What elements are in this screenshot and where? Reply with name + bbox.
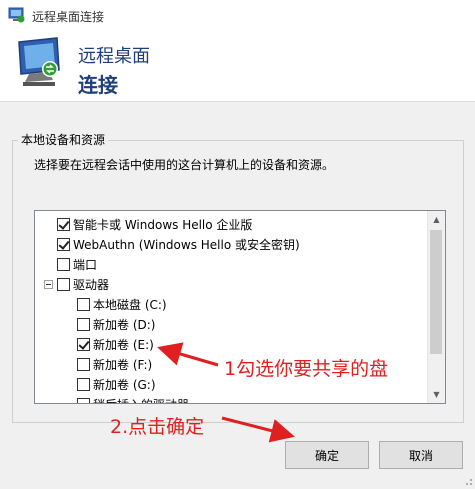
scroll-down-arrow-icon[interactable]: ▼ xyxy=(428,386,445,403)
scroll-up-arrow-icon[interactable]: ▲ xyxy=(428,211,445,228)
ok-button[interactable]: 确定 xyxy=(285,441,369,469)
list-item-label: 驱动器 xyxy=(73,277,110,292)
vertical-scrollbar[interactable]: ▲ ▼ xyxy=(427,211,445,403)
checkbox-drive-e[interactable] xyxy=(77,337,90,351)
list-item[interactable]: 智能卡或 Windows Hello 企业版 xyxy=(57,214,252,234)
list-item-label: 端口 xyxy=(73,257,98,272)
list-item-label: 智能卡或 Windows Hello 企业版 xyxy=(73,217,253,232)
collapse-expander-icon[interactable] xyxy=(44,279,53,289)
annotation-step1: 1勾选你要共享的盘 xyxy=(224,358,389,380)
banner-title-line1: 远程桌面 xyxy=(78,46,150,67)
group-title: 本地设备和资源 xyxy=(18,131,109,148)
checkbox-drive-f[interactable] xyxy=(77,357,90,371)
banner-title-line2: 连接 xyxy=(78,73,118,97)
checkbox-webauthn[interactable] xyxy=(57,237,70,251)
checkbox-drive-c[interactable] xyxy=(77,297,90,311)
remote-desktop-monitor-icon xyxy=(15,36,67,92)
header-banner: 远程桌面 连接 xyxy=(0,32,475,102)
list-item[interactable]: WebAuthn (Windows Hello 或安全密钥) xyxy=(57,234,300,254)
list-item[interactable]: 新加卷 (E:) xyxy=(77,334,154,354)
window-title: 远程桌面连接 xyxy=(32,10,105,24)
list-item-label: 稍后插入的驱动器 xyxy=(93,396,189,404)
checkbox-later-drives[interactable] xyxy=(77,397,90,403)
checkbox-ports[interactable] xyxy=(57,257,70,271)
list-item[interactable]: 新加卷 (F:) xyxy=(77,354,152,374)
cancel-button[interactable]: 取消 xyxy=(379,441,463,469)
checkbox-drive-d[interactable] xyxy=(77,317,90,331)
list-item[interactable]: 稍后插入的驱动器 xyxy=(77,394,189,404)
scroll-thumb[interactable] xyxy=(430,230,442,354)
checkbox-drive-g[interactable] xyxy=(77,377,90,391)
annotation-step2: 2.点击确定 xyxy=(110,416,205,438)
list-item-label: 本地磁盘 (C:) xyxy=(93,297,167,312)
list-item-label: 新加卷 (E:) xyxy=(93,337,154,352)
list-item-label: 新加卷 (F:) xyxy=(93,357,153,372)
checkbox-drives[interactable] xyxy=(57,277,70,291)
list-item[interactable]: 本地磁盘 (C:) xyxy=(77,294,167,314)
list-item[interactable]: 新加卷 (D:) xyxy=(77,314,155,334)
title-bar[interactable]: 远程桌面连接 xyxy=(0,0,475,32)
list-item[interactable]: 驱动器 xyxy=(44,274,109,294)
list-item-label: 新加卷 (G:) xyxy=(93,377,156,392)
remote-desktop-dialog: 远程桌面连接 远程桌面 连接 本地设备和资源 选择要在远程会话中使用的这台计算机… xyxy=(0,0,475,487)
checkbox-smartcard[interactable] xyxy=(57,217,70,231)
resize-grip-icon[interactable] xyxy=(463,475,473,485)
list-item[interactable]: 新加卷 (G:) xyxy=(77,374,156,394)
remote-desktop-app-icon xyxy=(8,7,26,23)
list-item-label: 新加卷 (D:) xyxy=(93,317,156,332)
list-item-label: WebAuthn (Windows Hello 或安全密钥) xyxy=(73,237,300,252)
list-item[interactable]: 端口 xyxy=(57,254,97,274)
group-description: 选择要在远程会话中使用的这台计算机上的设备和资源。 xyxy=(34,158,335,172)
